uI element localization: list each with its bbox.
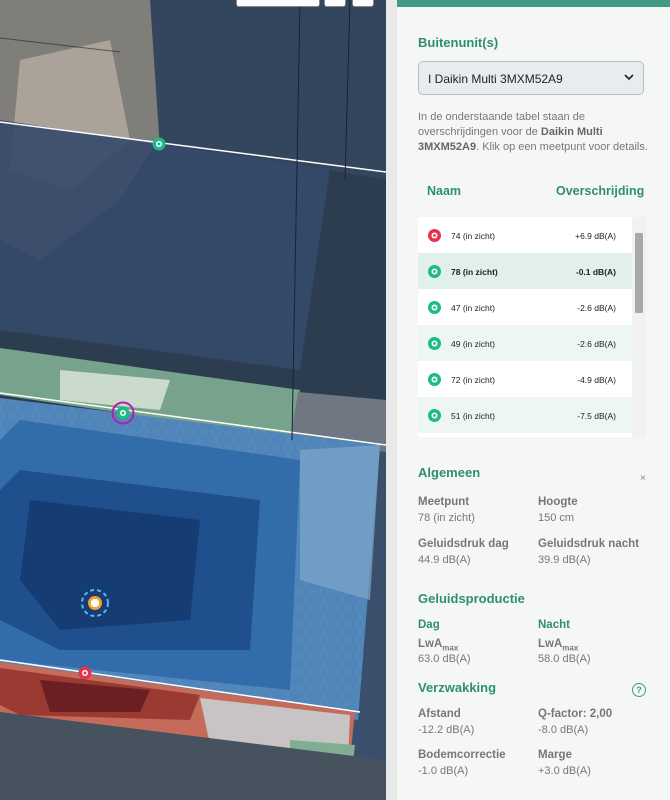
afstand-label: Afstand [418,708,461,720]
productie-nacht-label: Nacht [538,619,570,631]
hoogte-label: Hoogte [538,496,578,508]
productie-dag-label: Dag [418,619,440,631]
buitenunit-heading: Buitenunit(s) [418,35,499,50]
marge-value: +3.0 dB(A) [538,765,591,777]
map-view[interactable] [0,0,386,800]
row-overschrijding: +6.9 dB(A) [575,231,616,241]
marge-label: Marge [538,749,572,761]
column-overschrijding[interactable]: Overschrijding [556,184,644,198]
lwa-dag-label: LwAmax [418,638,459,653]
table-scrollbar-thumb[interactable] [635,233,643,313]
lwa-dag-value: 63.0 dB(A) [418,653,471,665]
geluidsdruk-nacht-label: Geluidsdruk nacht [538,538,639,550]
geluidsdruk-dag-value: 44.9 dB(A) [418,554,471,566]
red-marker-icon[interactable] [78,666,92,680]
buitenunit-select[interactable]: I Daikin Multi 3MXM52A9 [418,61,644,95]
q-factor-value: -8.0 dB(A) [538,724,589,736]
row-name: 74 (in zicht) [451,231,495,241]
help-icon[interactable]: ? [632,683,646,697]
table-row[interactable]: 78 (in zicht) -0.1 dB(A) [418,253,632,289]
lwa-nacht-value: 58.0 dB(A) [538,653,591,665]
side-panel: Buitenunit(s) I Daikin Multi 3MXM52A9 In… [397,0,670,800]
green-marker-icon [428,409,441,422]
green-marker-icon [428,373,441,386]
meetpunt-label: Meetpunt [418,496,470,508]
green-marker-icon[interactable] [152,137,166,151]
green-marker-icon [428,265,441,278]
map-canvas[interactable] [0,0,386,800]
verzwakking-heading: Verzwakking [418,680,497,695]
row-overschrijding: -2.6 dB(A) [577,303,616,313]
geluidsdruk-dag-label: Geluidsdruk dag [418,538,509,550]
map-control-button[interactable] [324,0,346,7]
table-row[interactable]: 72 (in zicht) -4.9 dB(A) [418,361,632,397]
table-row[interactable]: 74 (in zicht) +6.9 dB(A) [418,217,632,253]
row-overschrijding: -0.1 dB(A) [575,267,616,277]
row-name: 78 (in zicht) [451,267,498,277]
row-overschrijding: -2.6 dB(A) [577,339,616,349]
table-scrollbar[interactable] [632,217,646,437]
hoogte-value: 150 cm [538,512,575,524]
red-marker-icon [428,229,441,242]
row-overschrijding: -4.9 dB(A) [577,375,616,385]
chevron-down-icon [624,74,634,81]
geluidsdruk-nacht-value: 39.9 dB(A) [538,554,591,566]
bodemcorrectie-label: Bodemcorrectie [418,749,506,761]
algemeen-heading: Algemeen [418,465,481,480]
q-factor-label: Q-factor: 2,00 [538,708,613,720]
overschrijding-table: 74 (in zicht) +6.9 dB(A) 78 (in zicht) -0.1… [418,217,646,437]
row-name: 47 (in zicht) [451,303,495,313]
row-name: 49 (in zicht) [451,339,495,349]
row-name: 51 (in zicht) [451,411,495,421]
meetpunt-value: 78 (in zicht) [418,512,475,524]
table-row[interactable]: 47 (in zicht) -2.6 dB(A) [418,289,632,325]
row-name: 72 (in zicht) [451,375,495,385]
row-overschrijding: -7.5 dB(A) [577,411,616,421]
table-row[interactable]: 51 (in zicht) -7.5 dB(A) [418,397,632,433]
buitenunit-select-value: I Daikin Multi 3MXM52A9 [428,72,563,86]
geluidsproductie-heading: Geluidsproductie [418,591,525,606]
bodemcorrectie-value: -1.0 dB(A) [418,765,469,777]
panel-divider [386,0,397,800]
table-row[interactable]: 49 (in zicht) -2.6 dB(A) [418,325,632,361]
lwa-nacht-label: LwAmax [538,638,579,653]
column-naam[interactable]: Naam [427,184,461,198]
map-layer-button[interactable] [352,0,374,7]
map-search-box[interactable] [236,0,320,7]
close-icon[interactable]: × [640,473,646,484]
buitenunit-description: In de onderstaande tabel staan de oversc… [418,111,648,153]
panel-header-strip [397,0,670,7]
green-marker-icon [428,337,441,350]
afstand-value: -12.2 dB(A) [418,724,475,736]
green-marker-icon [428,301,441,314]
